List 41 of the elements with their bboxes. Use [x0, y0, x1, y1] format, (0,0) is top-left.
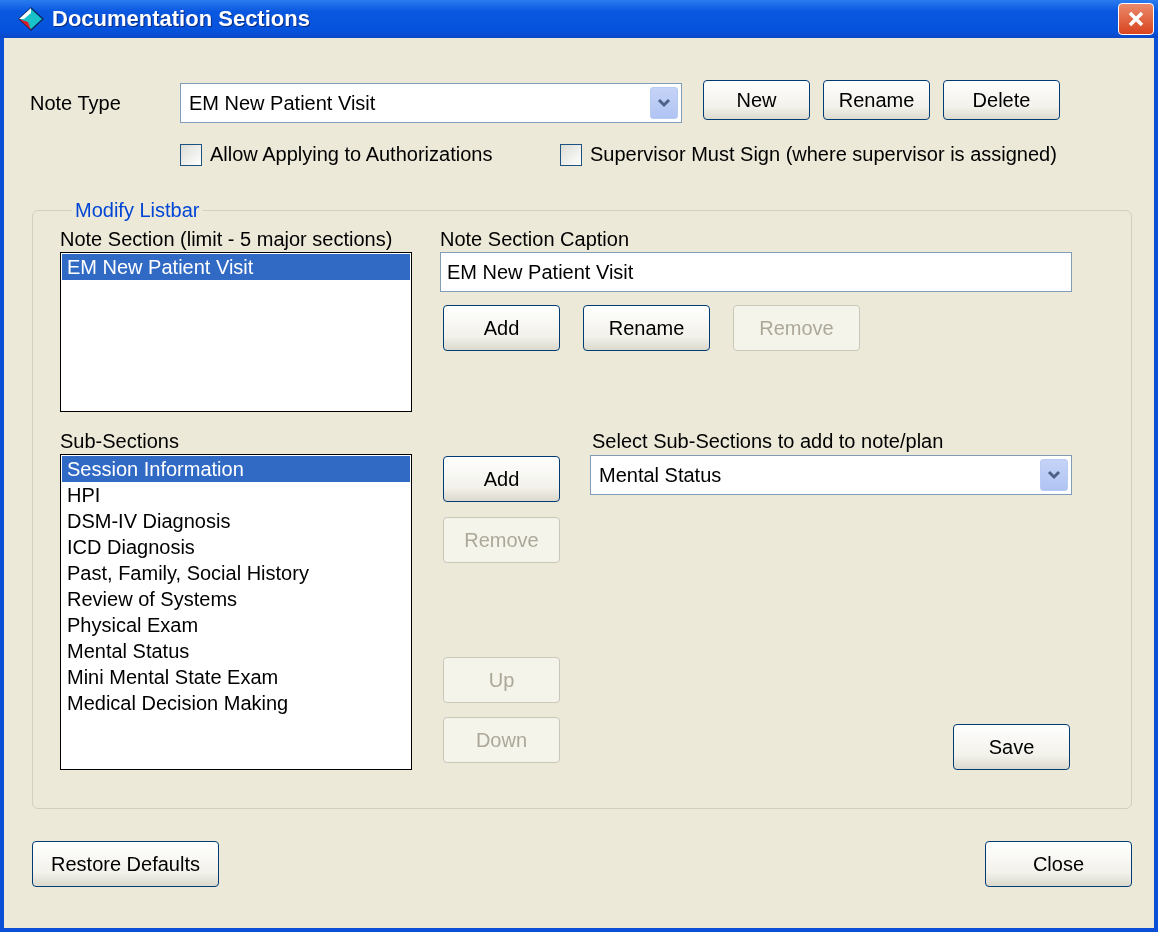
checkbox-label: Supervisor Must Sign (where supervisor is assigned): [590, 143, 1057, 166]
dropdown-arrow-button[interactable]: [1040, 459, 1068, 491]
list-item[interactable]: Mental Status: [62, 638, 410, 664]
sub-section-dropdown[interactable]: Mental Status: [590, 455, 1072, 495]
section-button[interactable]: Add: [443, 305, 560, 351]
footer-button[interactable]: Restore Defaults: [32, 841, 219, 887]
sub-section-button[interactable]: Add: [443, 456, 560, 502]
chevron-down-icon: [657, 98, 671, 108]
select-sub-sections-label: Select Sub-Sections to add to note/plan: [592, 430, 945, 454]
list-item[interactable]: Past, Family, Social History: [62, 560, 410, 586]
caption-field[interactable]: EM New Patient Visit: [440, 252, 1072, 292]
toolbar-button[interactable]: Rename: [823, 80, 930, 120]
list-item[interactable]: Physical Exam: [62, 612, 410, 638]
list-item[interactable]: ICD Diagnosis: [62, 534, 410, 560]
close-button[interactable]: [1118, 3, 1154, 35]
list-item[interactable]: Mini Mental State Exam: [62, 664, 410, 690]
toolbar-button[interactable]: Delete: [943, 80, 1060, 120]
list-item[interactable]: Review of Systems: [62, 586, 410, 612]
list-item[interactable]: HPI: [62, 482, 410, 508]
app-icon: [18, 7, 44, 31]
toolbar-button[interactable]: New: [703, 80, 810, 120]
window-title: Documentation Sections: [52, 6, 311, 32]
dropdown-arrow-button[interactable]: [650, 87, 678, 119]
checkbox-label: Allow Applying to Authorizations: [210, 143, 493, 166]
footer-button[interactable]: Close: [985, 841, 1132, 887]
close-icon: [1127, 10, 1145, 28]
note-section-label: Note Section (limit - 5 major sections): [60, 228, 394, 252]
checkbox[interactable]: [560, 143, 582, 166]
note-type-dropdown[interactable]: EM New Patient Visit: [180, 83, 682, 123]
chevron-down-icon: [1047, 470, 1061, 480]
list-item[interactable]: Medical Decision Making: [62, 690, 410, 716]
note-type-label: Note Type: [30, 91, 122, 115]
group-title: Modify Listbar: [74, 199, 201, 222]
checkbox[interactable]: [180, 143, 202, 166]
list-item[interactable]: DSM-IV Diagnosis: [62, 508, 410, 534]
section-button[interactable]: Rename: [583, 305, 710, 351]
save-button[interactable]: Save: [953, 724, 1070, 770]
sub-sections-label: Sub-Sections: [60, 430, 180, 454]
list-item[interactable]: EM New Patient Visit: [62, 254, 410, 280]
caption-label: Note Section Caption: [440, 228, 630, 252]
list-item[interactable]: Session Information: [62, 456, 410, 482]
